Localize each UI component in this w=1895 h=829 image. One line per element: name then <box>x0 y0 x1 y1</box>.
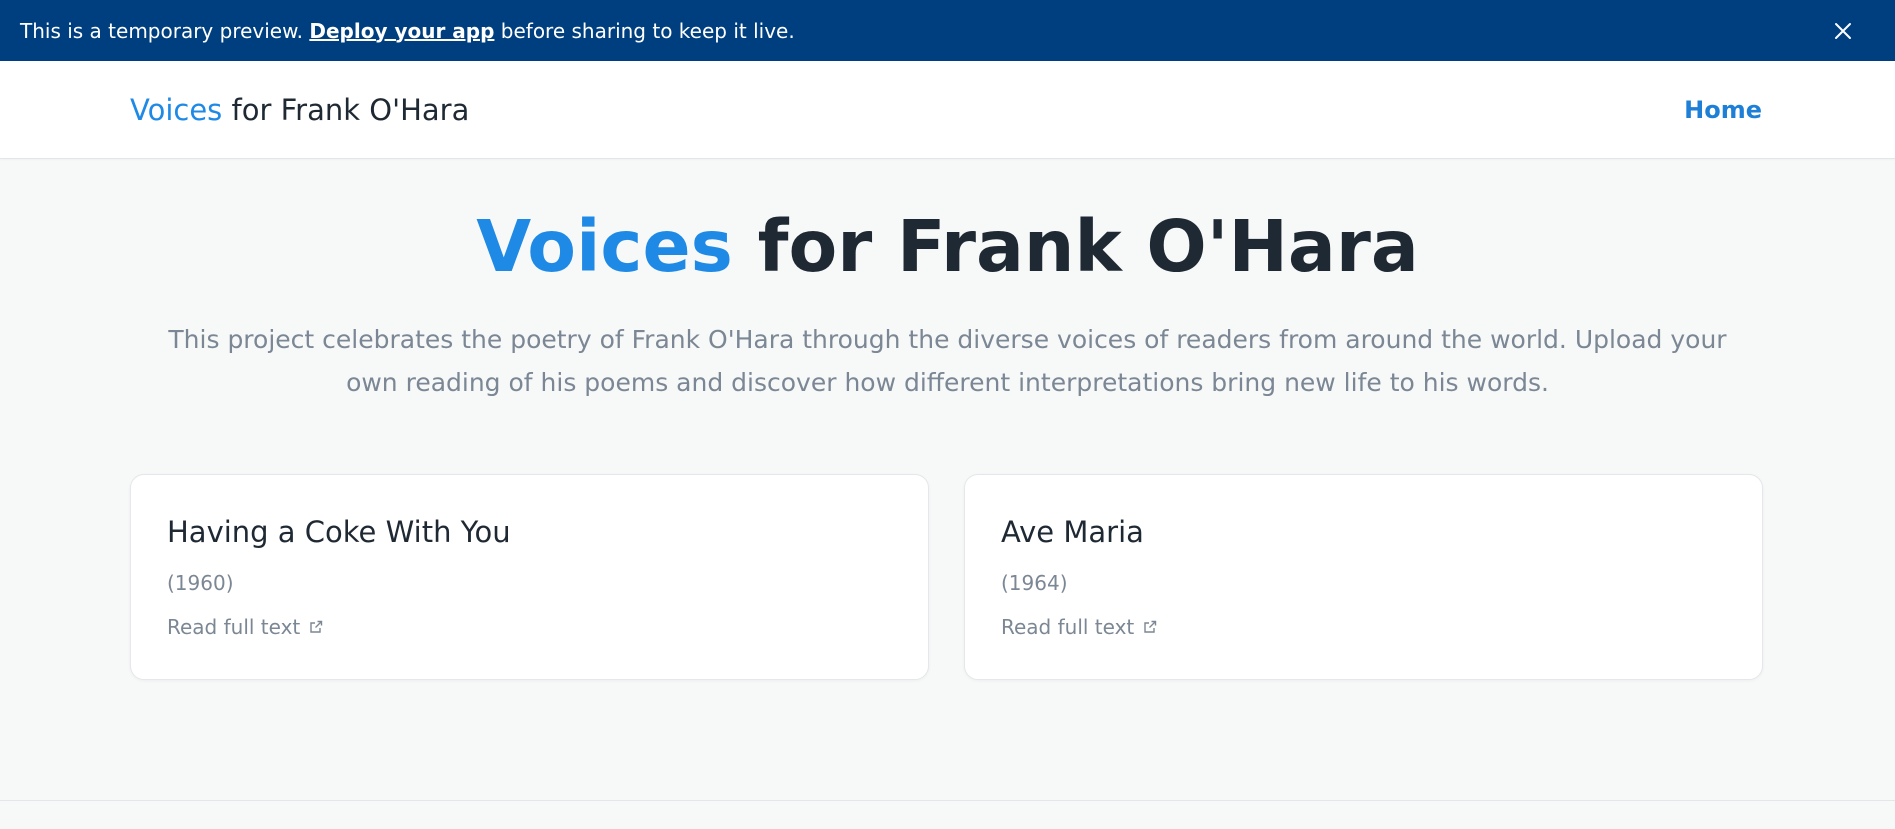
page-description: This project celebrates the poetry of Fr… <box>168 325 1727 397</box>
read-full-text-link[interactable]: Read full text <box>1001 615 1158 639</box>
poem-year: (1960) <box>167 571 234 595</box>
navbar: Voices for Frank O'Hara Home <box>0 61 1895 159</box>
external-link-icon <box>1144 620 1157 633</box>
poem-card: Ave Maria (1964) Read full text <box>964 474 1763 680</box>
poem-title: Ave Maria <box>1001 515 1144 549</box>
footer-divider <box>0 800 1895 801</box>
poem-card: Having a Coke With You (1960) Read full … <box>130 474 929 680</box>
page-title-rest: for Frank O'Hara <box>732 205 1419 288</box>
banner-text-suffix: before sharing to keep it live. <box>494 18 795 43</box>
page-title-accent: Voices <box>476 205 733 288</box>
close-icon[interactable] <box>1831 19 1855 43</box>
external-link-icon <box>310 620 323 633</box>
page-title: Voices for Frank O'Hara <box>0 205 1895 288</box>
poem-title: Having a Coke With You <box>167 515 511 549</box>
brand-accent: Voices <box>130 93 223 127</box>
banner-text-prefix: This is a temporary preview. <box>20 18 310 43</box>
preview-banner: This is a temporary preview. Deploy your… <box>0 0 1895 61</box>
nav-home-link[interactable]: Home <box>1684 96 1762 124</box>
brand-logo[interactable]: Voices for Frank O'Hara <box>130 93 469 127</box>
deploy-app-link[interactable]: Deploy your app <box>309 19 494 43</box>
brand-rest: for Frank O'Hara <box>222 93 470 127</box>
read-full-text-link[interactable]: Read full text <box>167 615 324 639</box>
preview-banner-message: This is a temporary preview. Deploy your… <box>20 19 1831 43</box>
read-full-text-label: Read full text <box>1001 615 1135 639</box>
poem-year: (1964) <box>1001 571 1068 595</box>
read-full-text-label: Read full text <box>167 615 301 639</box>
